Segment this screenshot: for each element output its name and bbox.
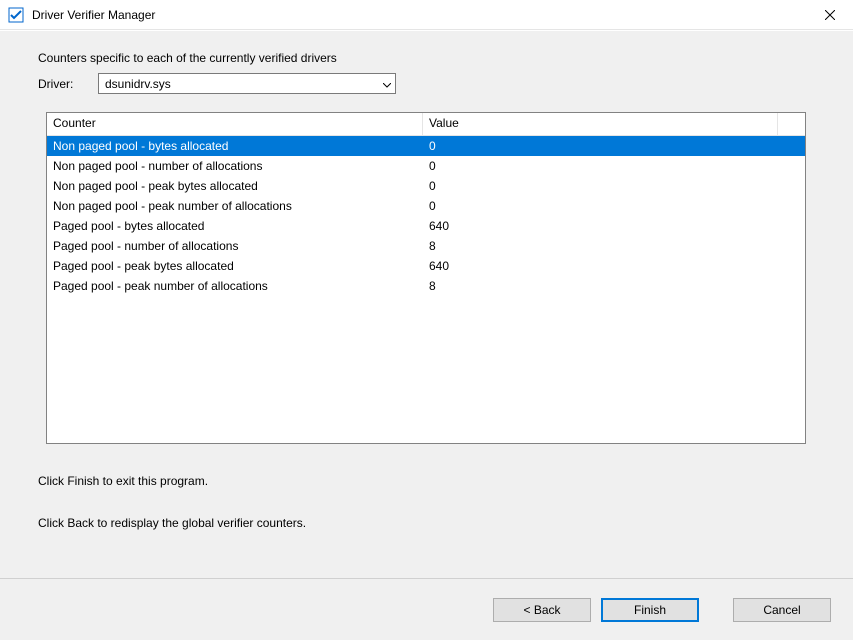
cell-value: 8 xyxy=(423,237,805,255)
counters-table: Counter Value Non paged pool - bytes all… xyxy=(46,112,806,444)
cell-value: 0 xyxy=(423,197,805,215)
table-row[interactable]: Non paged pool - number of allocations0 xyxy=(47,156,805,176)
table-header: Counter Value xyxy=(47,113,805,136)
table-row[interactable]: Non paged pool - peak bytes allocated0 xyxy=(47,176,805,196)
window-title: Driver Verifier Manager xyxy=(32,8,807,22)
cell-value: 8 xyxy=(423,277,805,295)
cell-counter: Non paged pool - number of allocations xyxy=(47,157,423,175)
cell-counter: Non paged pool - peak number of allocati… xyxy=(47,197,423,215)
driver-dropdown[interactable]: dsunidrv.sys xyxy=(98,73,396,94)
cell-counter: Paged pool - peak bytes allocated xyxy=(47,257,423,275)
cell-value: 640 xyxy=(423,257,805,275)
cell-counter: Non paged pool - bytes allocated xyxy=(47,137,423,155)
table-row[interactable]: Paged pool - peak number of allocations8 xyxy=(47,276,805,296)
header-counter[interactable]: Counter xyxy=(47,113,423,135)
titlebar: Driver Verifier Manager xyxy=(0,0,853,30)
cell-value: 640 xyxy=(423,217,805,235)
cell-value: 0 xyxy=(423,177,805,195)
description-text: Counters specific to each of the current… xyxy=(38,51,815,65)
content-area: Counters specific to each of the current… xyxy=(0,30,853,578)
instruction-finish: Click Finish to exit this program. xyxy=(38,474,815,488)
table-row[interactable]: Non paged pool - bytes allocated0 xyxy=(47,136,805,156)
table-row[interactable]: Paged pool - bytes allocated640 xyxy=(47,216,805,236)
table-body: Non paged pool - bytes allocated0Non pag… xyxy=(47,136,805,296)
header-value[interactable]: Value xyxy=(423,113,778,135)
cancel-button[interactable]: Cancel xyxy=(733,598,831,622)
app-icon xyxy=(8,7,24,23)
cell-value: 0 xyxy=(423,137,805,155)
close-button[interactable] xyxy=(807,0,853,30)
table-row[interactable]: Paged pool - peak bytes allocated640 xyxy=(47,256,805,276)
cell-counter: Non paged pool - peak bytes allocated xyxy=(47,177,423,195)
instructions: Click Finish to exit this program. Click… xyxy=(38,474,815,530)
button-bar: < Back Finish Cancel xyxy=(0,578,853,640)
cell-counter: Paged pool - bytes allocated xyxy=(47,217,423,235)
chevron-down-icon xyxy=(383,77,391,91)
header-spacer xyxy=(778,113,805,135)
table-row[interactable]: Non paged pool - peak number of allocati… xyxy=(47,196,805,216)
cell-value: 0 xyxy=(423,157,805,175)
finish-button[interactable]: Finish xyxy=(601,598,699,622)
cell-counter: Paged pool - peak number of allocations xyxy=(47,277,423,295)
driver-selected-value: dsunidrv.sys xyxy=(105,77,171,91)
cell-counter: Paged pool - number of allocations xyxy=(47,237,423,255)
driver-label: Driver: xyxy=(38,77,78,91)
instruction-back: Click Back to redisplay the global verif… xyxy=(38,516,815,530)
driver-selector-row: Driver: dsunidrv.sys xyxy=(38,73,815,94)
back-button[interactable]: < Back xyxy=(493,598,591,622)
table-row[interactable]: Paged pool - number of allocations8 xyxy=(47,236,805,256)
